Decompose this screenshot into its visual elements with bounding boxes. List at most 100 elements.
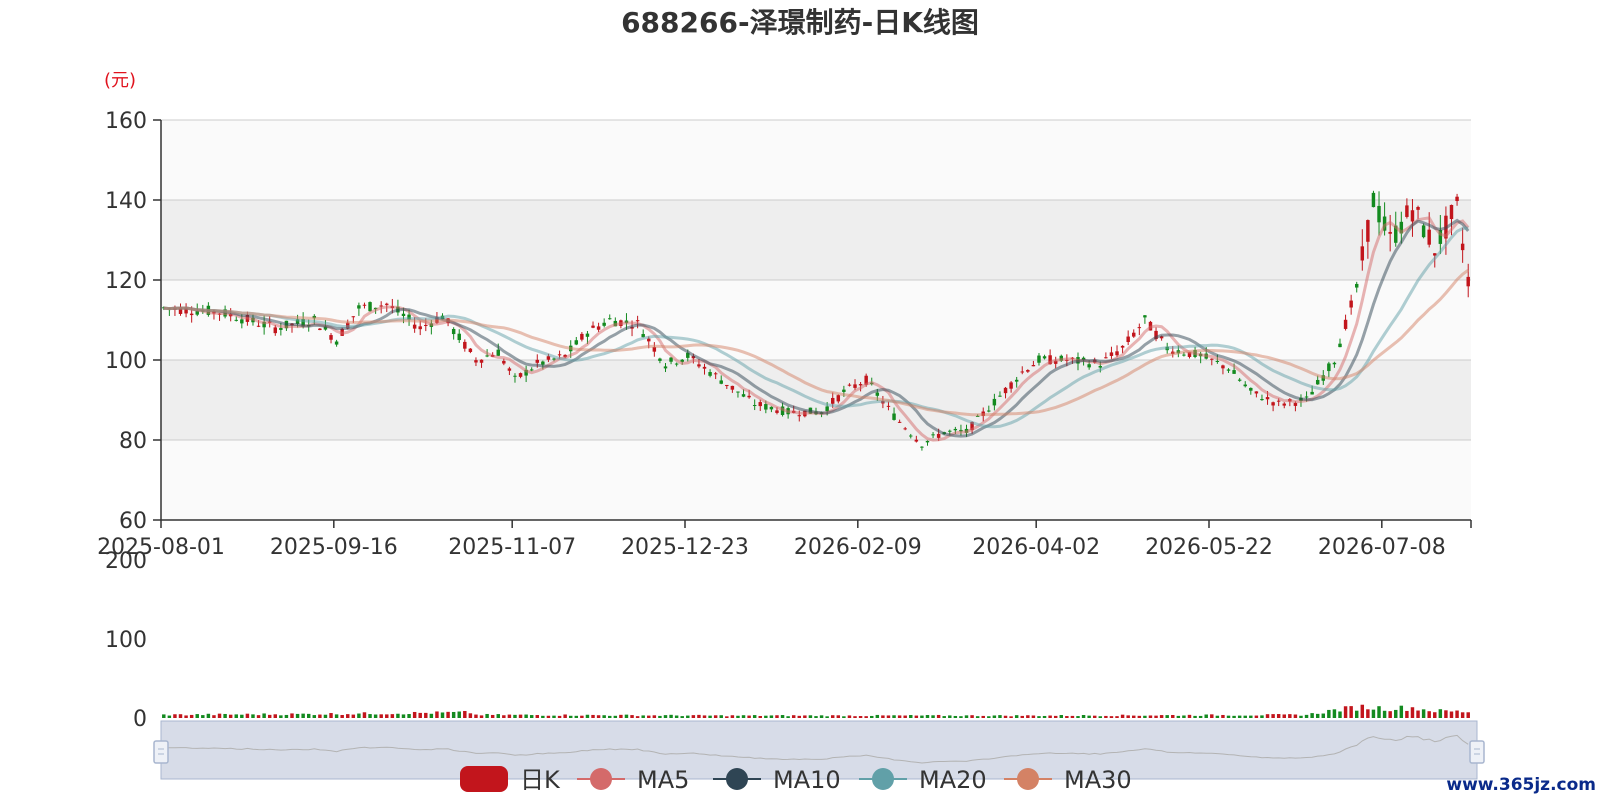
volume-bar [474,714,478,718]
volume-bar [1148,715,1153,718]
volume-bar [875,714,880,718]
volume-bar [647,715,651,718]
volume-bar [1059,715,1064,718]
volume-bar [312,715,317,718]
volume-bar [535,715,540,718]
candle-body [903,428,907,430]
volume-bar [1416,710,1420,718]
volume-bar [189,714,194,718]
volume-bar [262,713,266,718]
volume-bar [975,716,980,718]
volume-bar [764,715,768,718]
slider-right-handle[interactable] [1469,740,1485,764]
candle-body [401,313,406,317]
candle-body [1215,360,1220,362]
volume-bar [758,715,762,718]
volume-bar [1321,713,1326,718]
candle-body [362,304,367,306]
volume-bar [329,713,333,718]
volume-bar [1343,706,1348,718]
volume-bar [563,714,567,718]
volume-bar [306,713,311,718]
volume-bar [496,714,500,718]
volume-bar [1221,714,1225,718]
candle-body [1260,398,1264,401]
candle-body [240,319,244,324]
volume-bar [362,712,367,718]
candle-body [1343,319,1348,329]
volume-bar [502,715,506,718]
volume-bar [507,714,512,718]
volume-bar [334,714,339,718]
legend-item-ma20[interactable]: MA20 [859,766,987,794]
candle-body [1042,356,1047,359]
volume-bar [373,714,378,718]
volume-bar [1065,716,1069,718]
candle-body [1410,210,1415,222]
volume-bar [853,716,857,718]
candle-body [596,326,601,330]
slider-left-handle[interactable] [153,740,169,764]
volume-bar [385,714,389,718]
volume-bar [279,715,283,718]
volume-bar [212,715,216,718]
volume-bar [1076,716,1080,718]
volume-bar [1215,715,1220,718]
volume-bar [267,714,272,718]
volume-bar [1070,715,1075,718]
volume-bar [1003,715,1008,718]
volume-bar [1243,715,1247,718]
volume-bar [1315,713,1320,718]
candle-body [892,413,896,420]
candle-body [451,328,456,335]
candle-body [529,369,534,371]
volume-bar [819,715,824,718]
volume-bar [184,715,188,718]
candle-body [920,446,924,448]
candle-body [479,359,484,363]
candle-body [747,395,751,398]
candle-body [663,366,668,369]
candle-body [825,406,829,412]
volume-bar [1310,713,1314,718]
legend-label: MA10 [773,766,841,794]
candle-body [357,305,361,309]
y-tick-label: 80 [119,429,147,454]
volume-bar [513,714,517,718]
candle-body [1243,384,1247,387]
candle-body [1293,402,1298,406]
candle-body [279,328,283,330]
volume-bar [1176,715,1181,718]
volume-bar [791,715,796,718]
chart-title: 688266-泽璟制药-日K线图 [621,6,979,39]
candle-body [1120,345,1125,348]
volume-bar [1009,716,1013,718]
volume-bar [195,714,199,718]
volume-bar [178,714,183,718]
volume-bar [1159,715,1164,718]
volume-bar [479,715,484,718]
candle-body [1026,370,1030,372]
volume-y-tick-label: 100 [105,628,147,653]
candle-body [318,328,322,331]
volume-bar [1276,714,1281,718]
volume-bar [463,710,467,718]
volume-bar [223,713,227,718]
y-tick-label: 60 [119,509,147,534]
volume-bar [1288,714,1292,718]
volume-bar [390,714,395,718]
volume-bar [1260,715,1264,718]
candle-body [702,366,707,369]
candle-body [1031,365,1036,367]
candle-body [909,435,913,437]
legend-item-ma10[interactable]: MA10 [713,766,841,794]
legend-item-ma30[interactable]: MA30 [1004,766,1132,794]
candle-body [1371,192,1376,208]
candle-body [1354,283,1359,288]
volume-bar [201,715,205,718]
volume-bar [769,715,774,718]
volume-bar [574,715,579,718]
x-tick-label: 2026-05-22 [1145,535,1273,560]
volume-bar [1377,706,1381,718]
volume-bar [987,716,991,718]
